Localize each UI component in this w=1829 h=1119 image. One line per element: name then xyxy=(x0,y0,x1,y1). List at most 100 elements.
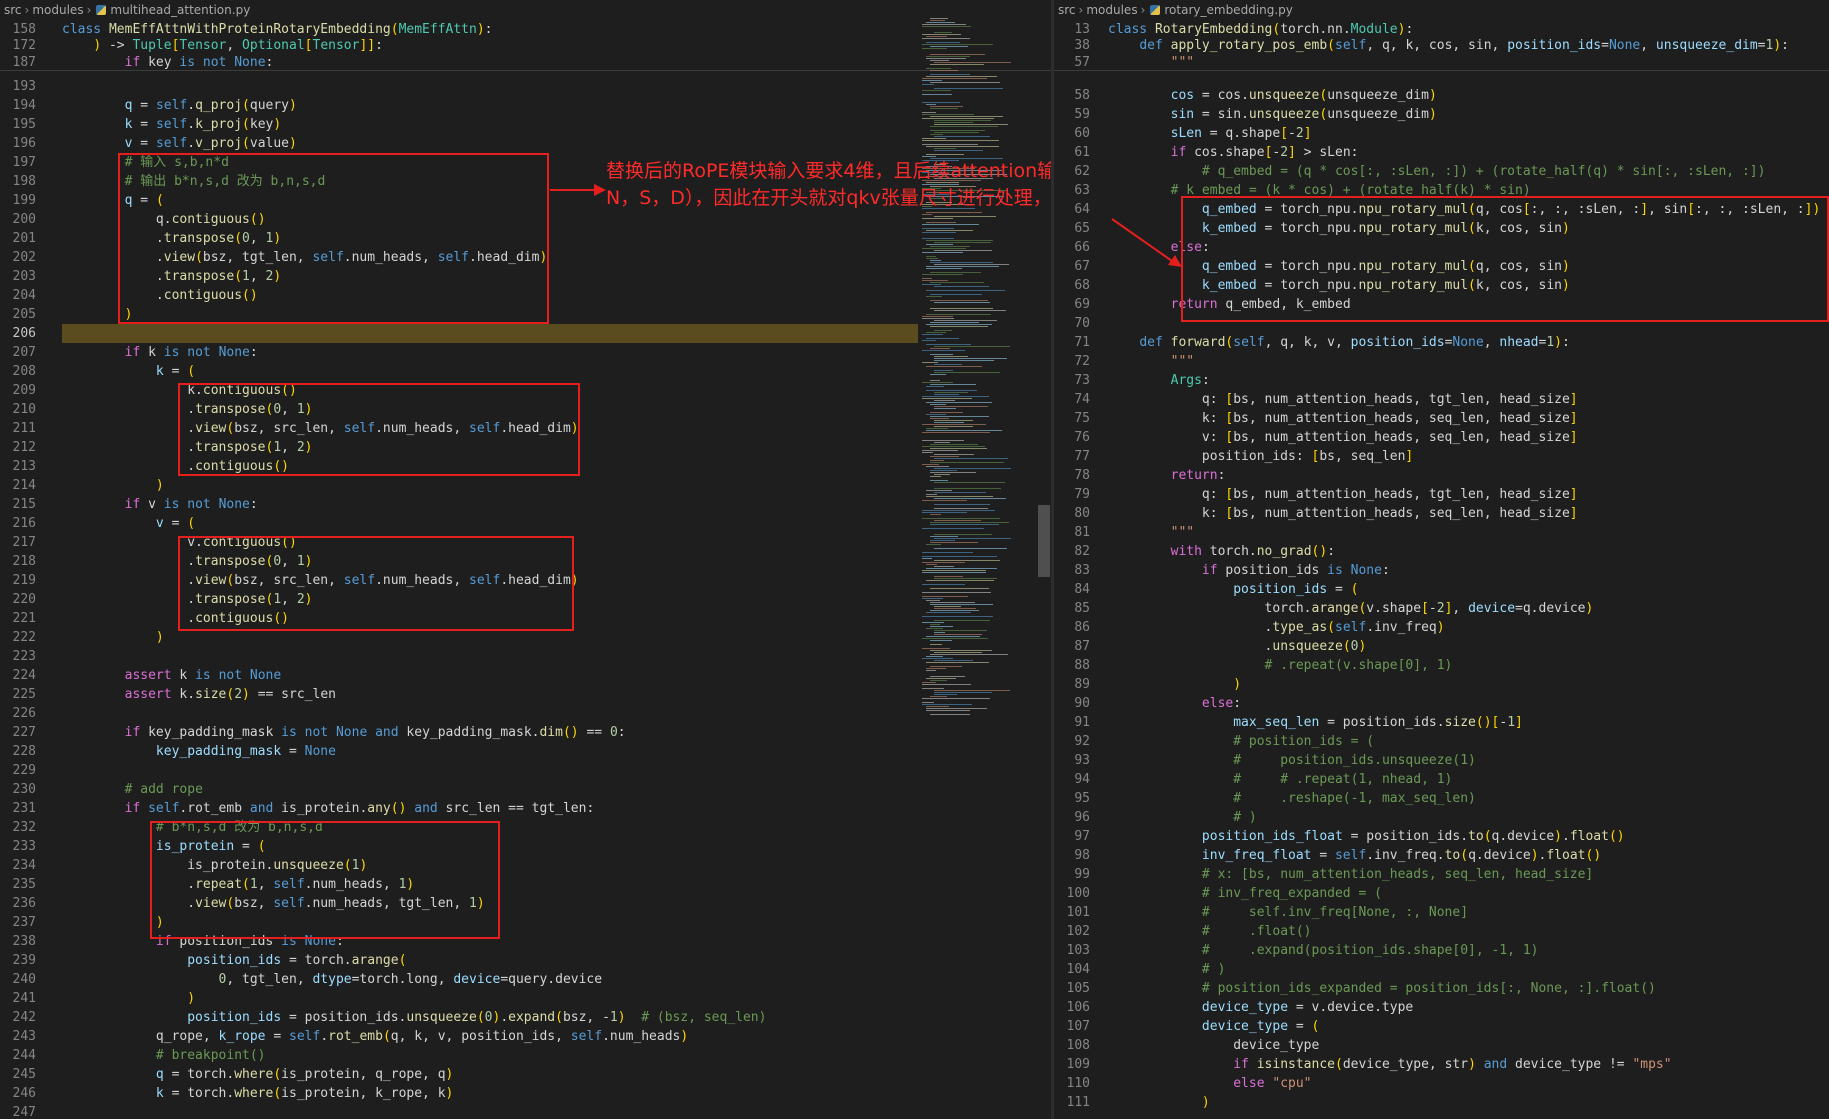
code-line[interactable]: 221 .contiguous() xyxy=(0,609,1051,628)
code-line[interactable]: 200 q.contiguous() xyxy=(0,210,1051,229)
code-line[interactable]: 224 assert k is not None xyxy=(0,666,1051,685)
code-line[interactable]: 239 position_ids = torch.arange( xyxy=(0,951,1051,970)
code-line[interactable]: 90 else: xyxy=(1054,694,1829,713)
code-line[interactable]: 218 .transpose(0, 1) xyxy=(0,552,1051,571)
code-line[interactable]: 202 .view(bsz, tgt_len, self.num_heads, … xyxy=(0,248,1051,267)
code-line[interactable]: 242 position_ids = position_ids.unsqueez… xyxy=(0,1008,1051,1027)
code-line[interactable]: 87 .unsqueeze(0) xyxy=(1054,637,1829,656)
code-line[interactable]: 88 # .repeat(v.shape[0], 1) xyxy=(1054,656,1829,675)
code-line[interactable]: 63 # k_embed = (k * cos) + (rotate_half(… xyxy=(1054,181,1829,200)
code-line[interactable]: 237 ) xyxy=(0,913,1051,932)
code-line[interactable]: 105 # position_ids_expanded = position_i… xyxy=(1054,979,1829,998)
code-line[interactable]: 195 k = self.k_proj(key) xyxy=(0,115,1051,134)
code-line[interactable]: 66 else: xyxy=(1054,238,1829,257)
code-line[interactable]: 211 .view(bsz, src_len, self.num_heads, … xyxy=(0,419,1051,438)
code-line[interactable]: 67 q_embed = torch_npu.npu_rotary_mul(q,… xyxy=(1054,257,1829,276)
code-line[interactable]: 214 ) xyxy=(0,476,1051,495)
code-line[interactable]: 100 # inv_freq_expanded = ( xyxy=(1054,884,1829,903)
code-line[interactable]: 91 max_seq_len = position_ids.size()[-1] xyxy=(1054,713,1829,732)
code-line[interactable]: 97 position_ids_float = position_ids.to(… xyxy=(1054,827,1829,846)
breadcrumb-file[interactable]: multihead_attention.py xyxy=(110,3,250,17)
code-line[interactable]: 69 return q_embed, k_embed xyxy=(1054,295,1829,314)
code-line[interactable]: 61 if cos.shape[-2] > sLen: xyxy=(1054,143,1829,162)
code-line[interactable]: 71 def forward(self, q, k, v, position_i… xyxy=(1054,333,1829,352)
code-line[interactable]: 246 k = torch.where(is_protein, k_rope, … xyxy=(0,1084,1051,1103)
code-line[interactable]: 222 ) xyxy=(0,628,1051,647)
code-line[interactable]: 94 # # .repeat(1, nhead, 1) xyxy=(1054,770,1829,789)
code-line[interactable]: 208 k = ( xyxy=(0,362,1051,381)
code-line[interactable]: 82 with torch.no_grad(): xyxy=(1054,542,1829,561)
code-line[interactable]: 64 q_embed = torch_npu.npu_rotary_mul(q,… xyxy=(1054,200,1829,219)
code-line[interactable]: 206 xyxy=(0,324,1051,343)
code-line[interactable]: 245 q = torch.where(is_protein, q_rope, … xyxy=(0,1065,1051,1084)
code-line[interactable]: 79 q: [bs, num_attention_heads, tgt_len,… xyxy=(1054,485,1829,504)
code-line[interactable]: 225 assert k.size(2) == src_len xyxy=(0,685,1051,704)
code-line[interactable]: 98 inv_freq_float = self.inv_freq.to(q.d… xyxy=(1054,846,1829,865)
code-line[interactable]: 201 .transpose(0, 1) xyxy=(0,229,1051,248)
code-line[interactable]: 207 if k is not None: xyxy=(0,343,1051,362)
code-line[interactable]: 203 .transpose(1, 2) xyxy=(0,267,1051,286)
sticky-scroll-line[interactable]: 57 """ xyxy=(1054,53,1829,72)
code-line[interactable]: 65 k_embed = torch_npu.npu_rotary_mul(k,… xyxy=(1054,219,1829,238)
code-line[interactable]: 226 xyxy=(0,704,1051,723)
code-line[interactable]: 209 k.contiguous() xyxy=(0,381,1051,400)
code-line[interactable]: 60 sLen = q.shape[-2] xyxy=(1054,124,1829,143)
vertical-scrollbar-thumb[interactable] xyxy=(1038,505,1050,577)
code-line[interactable]: 81 """ xyxy=(1054,523,1829,542)
code-line[interactable]: 196 v = self.v_proj(value) xyxy=(0,134,1051,153)
breadcrumb-folder-src[interactable]: src xyxy=(4,3,22,17)
breadcrumb-folder-modules[interactable]: modules xyxy=(32,3,83,17)
code-line[interactable]: 230 # add rope xyxy=(0,780,1051,799)
code-line[interactable]: 244 # breakpoint() xyxy=(0,1046,1051,1065)
breadcrumb-folder-src[interactable]: src xyxy=(1058,3,1076,17)
code-line[interactable]: 93 # position_ids.unsqueeze(1) xyxy=(1054,751,1829,770)
code-line[interactable]: 70 xyxy=(1054,314,1829,333)
code-line[interactable]: 95 # .reshape(-1, max_seq_len) xyxy=(1054,789,1829,808)
code-line[interactable]: 234 is_protein.unsqueeze(1) xyxy=(0,856,1051,875)
code-line[interactable]: 236 .view(bsz, self.num_heads, tgt_len, … xyxy=(0,894,1051,913)
code-line[interactable]: 58 cos = cos.unsqueeze(unsqueeze_dim) xyxy=(1054,86,1829,105)
code-line[interactable]: 193 xyxy=(0,77,1051,96)
code-line[interactable]: 76 v: [bs, num_attention_heads, seq_len,… xyxy=(1054,428,1829,447)
code-line[interactable]: 247 xyxy=(0,1103,1051,1119)
sticky-scroll-line[interactable]: 187 if key is not None: xyxy=(0,53,1051,72)
code-line[interactable]: 194 q = self.q_proj(query) xyxy=(0,96,1051,115)
code-line[interactable]: 217 v.contiguous() xyxy=(0,533,1051,552)
code-line[interactable]: 233 is_protein = ( xyxy=(0,837,1051,856)
code-line[interactable]: 89 ) xyxy=(1054,675,1829,694)
code-line[interactable]: 235 .repeat(1, self.num_heads, 1) xyxy=(0,875,1051,894)
breadcrumb-folder-modules[interactable]: modules xyxy=(1086,3,1137,17)
code-line[interactable]: 92 # position_ids = ( xyxy=(1054,732,1829,751)
code-line[interactable]: 83 if position_ids is None: xyxy=(1054,561,1829,580)
code-line[interactable]: 240 0, tgt_len, dtype=torch.long, device… xyxy=(0,970,1051,989)
code-line[interactable]: 101 # self.inv_freq[None, :, None] xyxy=(1054,903,1829,922)
code-line[interactable]: 232 # b*n,s,d 改为 b,n,s,d xyxy=(0,818,1051,837)
code-line[interactable]: 204 .contiguous() xyxy=(0,286,1051,305)
code-line[interactable]: 241 ) xyxy=(0,989,1051,1008)
code-line[interactable]: 107 device_type = ( xyxy=(1054,1017,1829,1036)
code-line[interactable]: 62 # q_embed = (q * cos[:, :sLen, :]) + … xyxy=(1054,162,1829,181)
code-line[interactable]: 219 .view(bsz, src_len, self.num_heads, … xyxy=(0,571,1051,590)
code-line[interactable]: 84 position_ids = ( xyxy=(1054,580,1829,599)
code-line[interactable]: 68 k_embed = torch_npu.npu_rotary_mul(k,… xyxy=(1054,276,1829,295)
code-line[interactable]: 109 if isinstance(device_type, str) and … xyxy=(1054,1055,1829,1074)
code-line[interactable]: 86 .type_as(self.inv_freq) xyxy=(1054,618,1829,637)
code-line[interactable]: 213 .contiguous() xyxy=(0,457,1051,476)
code-line[interactable]: 223 xyxy=(0,647,1051,666)
code-line[interactable]: 77 position_ids: [bs, seq_len] xyxy=(1054,447,1829,466)
code-line[interactable]: 227 if key_padding_mask is not None and … xyxy=(0,723,1051,742)
code-line[interactable]: 216 v = ( xyxy=(0,514,1051,533)
code-line[interactable]: 74 q: [bs, num_attention_heads, tgt_len,… xyxy=(1054,390,1829,409)
code-line[interactable]: 96 # ) xyxy=(1054,808,1829,827)
code-line[interactable]: 220 .transpose(1, 2) xyxy=(0,590,1051,609)
code-line[interactable]: 59 sin = sin.unsqueeze(unsqueeze_dim) xyxy=(1054,105,1829,124)
breadcrumb-file[interactable]: rotary_embedding.py xyxy=(1164,3,1293,17)
code-line[interactable]: 75 k: [bs, num_attention_heads, seq_len,… xyxy=(1054,409,1829,428)
code-line[interactable]: 215 if v is not None: xyxy=(0,495,1051,514)
code-line[interactable]: 78 return: xyxy=(1054,466,1829,485)
code-line[interactable]: 238 if position_ids is None: xyxy=(0,932,1051,951)
code-line[interactable]: 111 ) xyxy=(1054,1093,1829,1112)
code-line[interactable]: 104 # ) xyxy=(1054,960,1829,979)
code-line[interactable]: 102 # .float() xyxy=(1054,922,1829,941)
code-line[interactable]: 108 device_type xyxy=(1054,1036,1829,1055)
